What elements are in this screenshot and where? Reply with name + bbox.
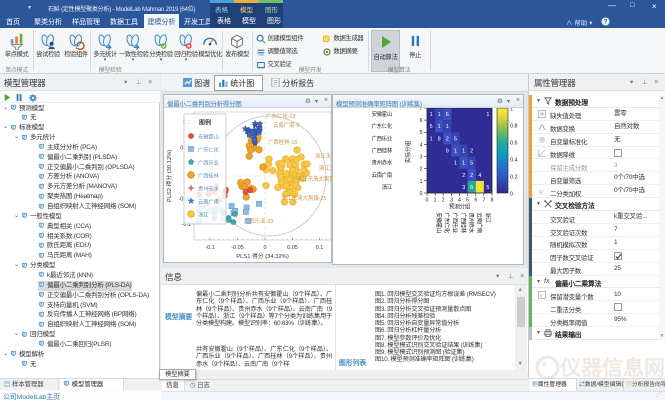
svg-text:浙江: 浙江 bbox=[198, 210, 208, 218]
svg-text:云南广南: 云南广南 bbox=[372, 171, 393, 179]
svg-text:6: 6 bbox=[420, 118, 423, 124]
svg-text:浙江天台-6: 浙江天台-6 bbox=[315, 152, 333, 160]
svg-text:5: 5 bbox=[454, 136, 457, 142]
svg-text:云南广南: 云南广南 bbox=[476, 213, 484, 234]
svg-text:广西桂林-16: 广西桂林-16 bbox=[268, 138, 297, 146]
svg-text:1: 1 bbox=[434, 198, 437, 204]
svg-text:2: 2 bbox=[446, 136, 449, 142]
svg-text:浙江乐清大荆镇-7: 浙江乐清大荆镇-7 bbox=[297, 175, 333, 183]
svg-text:?: ? bbox=[604, 18, 608, 25]
svg-text:浙江: 浙江 bbox=[382, 183, 393, 191]
svg-text:-0.05: -0.05 bbox=[231, 245, 244, 251]
svg-text:2: 2 bbox=[470, 173, 473, 179]
svg-text:广西乐业-33: 广西乐业-33 bbox=[244, 217, 273, 225]
svg-text:6: 6 bbox=[446, 112, 449, 118]
svg-text:预测分组: 预测分组 bbox=[449, 203, 471, 211]
svg-text:云南广南-9: 云南广南-9 bbox=[273, 121, 299, 129]
svg-text:1: 1 bbox=[486, 112, 489, 118]
svg-text:0: 0 bbox=[263, 245, 266, 251]
svg-text:1: 1 bbox=[430, 136, 433, 142]
svg-text:1: 1 bbox=[420, 179, 423, 185]
svg-text:⅟: ⅟ bbox=[539, 189, 544, 196]
svg-text:1: 1 bbox=[446, 124, 449, 130]
svg-text:广东仁化: 广东仁化 bbox=[443, 213, 451, 234]
svg-text:广东仁化: 广东仁化 bbox=[372, 122, 393, 130]
svg-text:贵州赤水: 贵州赤水 bbox=[198, 184, 220, 192]
svg-text:0.8: 0.8 bbox=[510, 124, 518, 130]
svg-text:n: n bbox=[540, 294, 543, 299]
svg-text:2: 2 bbox=[420, 167, 423, 173]
svg-text:广西桂林: 广西桂林 bbox=[372, 147, 393, 155]
svg-text:5: 5 bbox=[430, 124, 433, 130]
svg-text:-0.1: -0.1 bbox=[205, 245, 214, 251]
svg-text:广西乐业: 广西乐业 bbox=[451, 213, 459, 234]
svg-text:贵州赤水: 贵州赤水 bbox=[372, 159, 393, 167]
svg-text:广西乐业: 广西乐业 bbox=[198, 158, 219, 166]
svg-text:3: 3 bbox=[420, 155, 423, 161]
svg-text:贵州赤水: 贵州赤水 bbox=[468, 213, 476, 234]
svg-text:7: 7 bbox=[420, 108, 423, 112]
svg-text:0: 0 bbox=[426, 198, 429, 204]
svg-text:8: 8 bbox=[438, 136, 441, 142]
svg-text:浙江乐清大荆镇-25: 浙江乐清大荆镇-25 bbox=[281, 194, 327, 202]
svg-text:7: 7 bbox=[482, 198, 485, 204]
svg-text:广西桂林: 广西桂林 bbox=[459, 213, 467, 234]
svg-text:3: 3 bbox=[462, 185, 465, 191]
svg-text:1: 1 bbox=[438, 112, 441, 118]
svg-text:云南广南: 云南广南 bbox=[198, 197, 219, 205]
svg-text:1: 1 bbox=[454, 161, 457, 167]
svg-text:PLS1 得分 (34.32%): PLS1 得分 (34.32%) bbox=[236, 252, 289, 260]
svg-text:0.2: 0.2 bbox=[510, 175, 518, 181]
svg-text:5: 5 bbox=[486, 185, 489, 191]
svg-text:安徽霍山: 安徽霍山 bbox=[435, 213, 443, 233]
svg-text:4: 4 bbox=[458, 198, 461, 204]
svg-text:PLS2 得分 (30.12%): PLS2 得分 (30.12%) bbox=[165, 150, 173, 203]
svg-text:2: 2 bbox=[462, 173, 465, 179]
svg-text:广西乐业: 广西乐业 bbox=[372, 134, 393, 142]
svg-text:3: 3 bbox=[450, 198, 453, 204]
svg-text:2: 2 bbox=[442, 198, 445, 204]
svg-text:0.1: 0.1 bbox=[316, 245, 324, 251]
svg-text:安徽霍山: 安徽霍山 bbox=[198, 132, 219, 140]
svg-text:图例: 图例 bbox=[199, 119, 211, 127]
svg-text:0: 0 bbox=[420, 191, 423, 197]
svg-text:实际分组: 实际分组 bbox=[404, 140, 412, 163]
svg-text:1: 1 bbox=[462, 149, 465, 155]
svg-text:1: 1 bbox=[454, 149, 457, 155]
svg-text:安徽霍山: 安徽霍山 bbox=[372, 110, 392, 118]
svg-text:1: 1 bbox=[438, 124, 441, 130]
svg-text:0.05: 0.05 bbox=[287, 245, 298, 251]
svg-text:5: 5 bbox=[420, 130, 423, 136]
svg-text:0.4: 0.4 bbox=[510, 158, 518, 164]
svg-text:1: 1 bbox=[462, 161, 465, 167]
svg-text:1: 1 bbox=[510, 108, 513, 113]
svg-text:广西桂林: 广西桂林 bbox=[198, 171, 220, 179]
svg-text:9: 9 bbox=[446, 149, 449, 155]
svg-text:2: 2 bbox=[470, 149, 473, 155]
svg-text:浙江: 浙江 bbox=[484, 213, 492, 224]
svg-text:8: 8 bbox=[491, 198, 494, 204]
svg-text:5: 5 bbox=[466, 198, 469, 204]
svg-text:4: 4 bbox=[420, 142, 423, 148]
svg-text:5: 5 bbox=[470, 161, 473, 167]
svg-text:4: 4 bbox=[478, 173, 481, 179]
svg-text:6: 6 bbox=[474, 198, 477, 204]
svg-text:浙江天台-8: 浙江天台-8 bbox=[319, 164, 333, 172]
svg-text:1: 1 bbox=[430, 112, 433, 118]
svg-text:0: 0 bbox=[510, 192, 513, 198]
svg-text:广东仁化: 广东仁化 bbox=[198, 145, 219, 153]
svg-text:6: 6 bbox=[470, 185, 473, 191]
svg-text:广东仁化-13: 广东仁化-13 bbox=[266, 112, 295, 120]
svg-text:0.6: 0.6 bbox=[510, 141, 518, 147]
